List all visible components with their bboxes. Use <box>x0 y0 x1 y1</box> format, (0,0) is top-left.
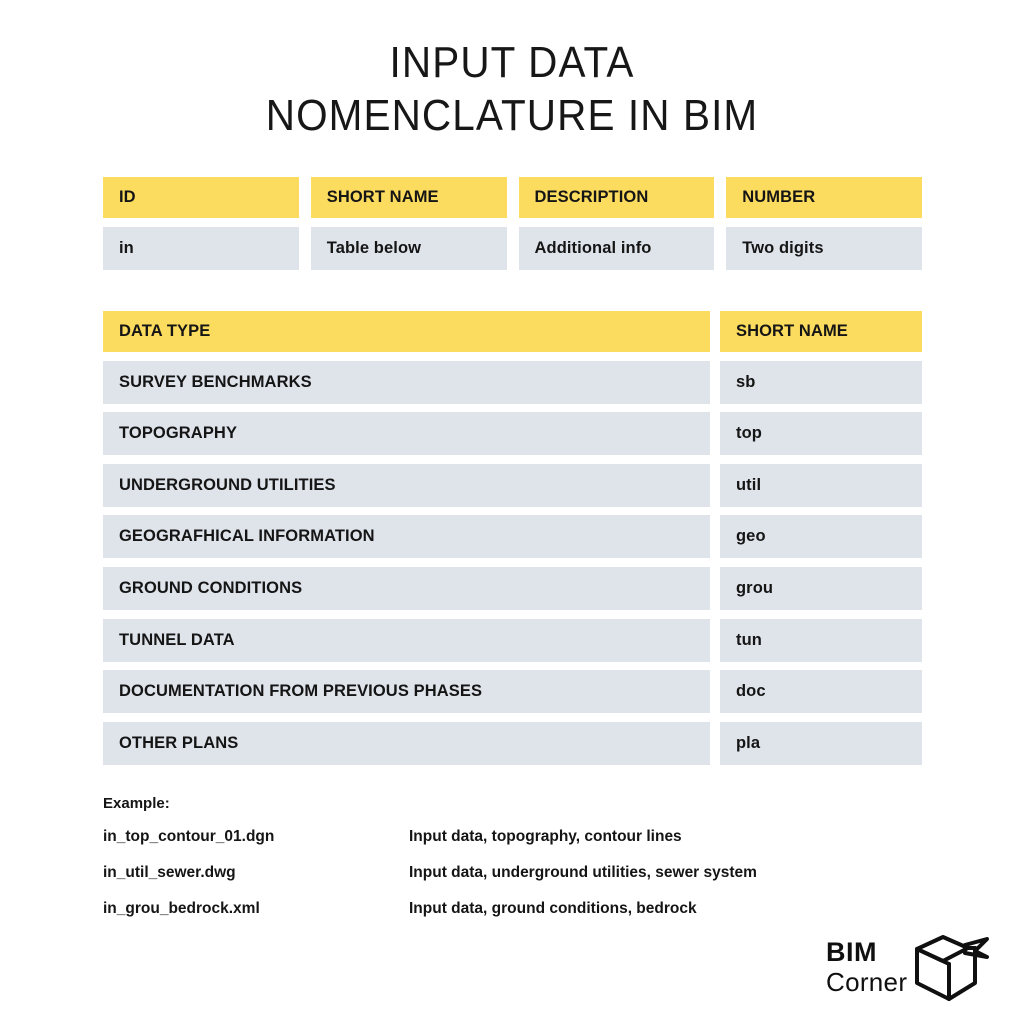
column-header-number: NUMBER <box>726 177 922 218</box>
table-header-row: ID SHORT NAME DESCRIPTION NUMBER <box>103 177 922 218</box>
cell-data-type: GEOGRAFHICAL INFORMATION <box>103 515 710 559</box>
cell-short-name: util <box>720 463 922 507</box>
column-header-description: DESCRIPTION <box>518 177 715 218</box>
example-heading: Example: <box>103 795 170 812</box>
example-description: Input data, underground utilities, sewer… <box>409 864 757 881</box>
bim-corner-logo: BIM Corner <box>826 929 998 1005</box>
example-description: Input data, ground conditions, bedrock <box>409 900 697 917</box>
page-title: INPUT DATA NOMENCLATURE IN BIM <box>0 0 1024 142</box>
table-row: GROUND CONDITIONS grou <box>103 566 922 610</box>
logo-wordmark: BIM Corner <box>826 937 913 997</box>
cell-number-value: Two digits <box>726 227 922 270</box>
example-filename: in_util_sewer.dwg <box>103 864 236 881</box>
naming-structure-table: ID SHORT NAME DESCRIPTION NUMBER in Tabl… <box>103 177 922 270</box>
cell-data-type: SURVEY BENCHMARKS <box>103 360 710 404</box>
cell-short-name-value: Table below <box>310 227 507 270</box>
cell-short-name: top <box>720 412 922 456</box>
cell-short-name: geo <box>720 515 922 559</box>
column-header-data-type: DATA TYPE <box>103 311 710 352</box>
example-section: Example: in_top_contour_01.dgn Input dat… <box>103 789 922 927</box>
example-row: in_top_contour_01.dgn Input data, topogr… <box>103 819 922 855</box>
table-header-row: DATA TYPE SHORT NAME <box>103 311 922 352</box>
example-row: in_util_sewer.dwg Input data, undergroun… <box>103 855 922 891</box>
cell-data-type: DOCUMENTATION FROM PREVIOUS PHASES <box>103 670 710 714</box>
table-row: in Table below Additional info Two digit… <box>103 227 922 270</box>
table-row: TOPOGRAPHY top <box>103 412 922 456</box>
cell-data-type: OTHER PLANS <box>103 721 710 765</box>
example-filename: in_top_contour_01.dgn <box>103 828 275 845</box>
table-row: DOCUMENTATION FROM PREVIOUS PHASES doc <box>103 670 922 714</box>
cell-short-name: grou <box>720 566 922 610</box>
example-description: Input data, topography, contour lines <box>409 828 682 845</box>
cell-short-name: sb <box>720 360 922 404</box>
cell-data-type: TUNNEL DATA <box>103 618 710 662</box>
cell-description-value: Additional info <box>518 227 715 270</box>
column-header-short-name: SHORT NAME <box>310 177 507 218</box>
table-row: OTHER PLANS pla <box>103 721 922 765</box>
logo-secondary-text: Corner <box>826 967 908 997</box>
data-type-table: DATA TYPE SHORT NAME SURVEY BENCHMARKS s… <box>103 311 922 765</box>
cell-short-name: doc <box>720 670 922 714</box>
example-row: in_grou_bedrock.xml Input data, ground c… <box>103 891 922 927</box>
column-header-short-name: SHORT NAME <box>720 311 922 352</box>
cell-data-type: UNDERGROUND UTILITIES <box>103 463 710 507</box>
column-header-id: ID <box>103 177 299 218</box>
open-box-cube-icon <box>915 935 990 1001</box>
table-row: UNDERGROUND UTILITIES util <box>103 463 922 507</box>
page-title-line-1: INPUT DATA <box>389 38 635 87</box>
page-title-line-2: NOMENCLATURE IN BIM <box>265 91 759 140</box>
cell-data-type: GROUND CONDITIONS <box>103 566 710 610</box>
cell-id-value: in <box>103 227 299 270</box>
logo-primary-text: BIM <box>826 937 877 967</box>
table-row: SURVEY BENCHMARKS sb <box>103 360 922 404</box>
example-filename: in_grou_bedrock.xml <box>103 900 260 917</box>
cell-short-name: tun <box>720 618 922 662</box>
cell-short-name: pla <box>720 721 922 765</box>
cell-data-type: TOPOGRAPHY <box>103 412 710 456</box>
table-row: TUNNEL DATA tun <box>103 618 922 662</box>
table-row: GEOGRAFHICAL INFORMATION geo <box>103 515 922 559</box>
